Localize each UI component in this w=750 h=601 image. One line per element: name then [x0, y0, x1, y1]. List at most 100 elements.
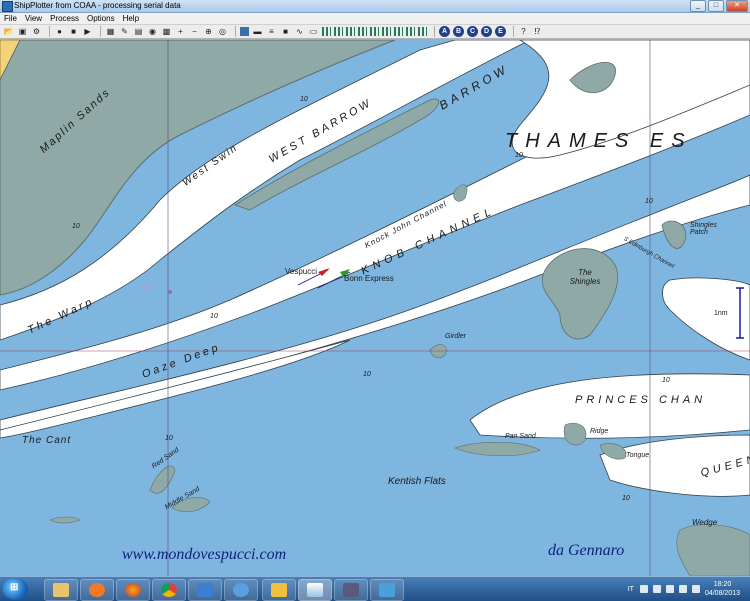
- chart-b-icon[interactable]: [334, 27, 343, 36]
- taskbar-media-player[interactable]: [80, 579, 114, 601]
- taskbar-firefox[interactable]: [116, 579, 150, 601]
- play-icon[interactable]: ▶: [82, 26, 93, 37]
- help-icon[interactable]: ?: [518, 26, 529, 37]
- depth-label: 10: [622, 495, 630, 502]
- wave-icon[interactable]: ∿: [294, 26, 305, 37]
- chart-d-icon[interactable]: [358, 27, 367, 36]
- label-thames-estuary: THAMES ES: [505, 130, 693, 152]
- chart-h-icon[interactable]: [406, 27, 415, 36]
- paint-icon: [271, 583, 287, 597]
- fill-icon[interactable]: ■: [280, 26, 291, 37]
- nautical-chart: [0, 40, 750, 576]
- toolbar-separator: [235, 26, 236, 37]
- window-icon[interactable]: ▭: [308, 26, 319, 37]
- chrome-icon: [161, 583, 177, 597]
- map-icon[interactable]: ▦: [105, 26, 116, 37]
- scale-label: 1nm: [714, 310, 728, 317]
- depth-label: 10: [165, 435, 173, 442]
- chart-map[interactable]: Maplin Sands West Swin WEST BARROW BARRO…: [0, 40, 750, 576]
- view-c-button[interactable]: C: [467, 26, 478, 37]
- minus-icon[interactable]: −: [189, 26, 200, 37]
- watermark-website: www.mondovespucci.com: [122, 546, 287, 563]
- view-a-button[interactable]: A: [439, 26, 450, 37]
- picture-icon[interactable]: ▩: [161, 26, 172, 37]
- sailboat-icon: [307, 583, 323, 597]
- globe-icon[interactable]: ◉: [147, 26, 158, 37]
- label-girdler: Girdler: [445, 333, 467, 340]
- taskbar-chrome[interactable]: [152, 579, 186, 601]
- taskbar-shipplotter[interactable]: [298, 579, 332, 601]
- window-title: ShipPlotter from COAA - processing seria…: [14, 1, 181, 10]
- center-icon[interactable]: ⊕: [203, 26, 214, 37]
- toolbar-separator: [49, 26, 50, 37]
- maximize-button[interactable]: □: [708, 0, 724, 12]
- chart-a-icon[interactable]: [322, 27, 331, 36]
- view-b-button[interactable]: B: [453, 26, 464, 37]
- context-help-icon[interactable]: ⁉: [532, 26, 543, 37]
- toolbar: 📂 ▣ ⚙ ● ■ ▶ ▦ ✎ ▤ ◉ ▩ + − ⊕ ◎ ▬ ≡ ■ ∿ ▭ …: [0, 25, 750, 39]
- view-e-button[interactable]: E: [495, 26, 506, 37]
- clock[interactable]: 18:20 04/08/2013: [705, 580, 740, 598]
- menu-view[interactable]: View: [21, 13, 46, 24]
- menu-options[interactable]: Options: [83, 13, 119, 24]
- taskbar-remote-desktop[interactable]: [188, 579, 222, 601]
- menu-help[interactable]: Help: [119, 13, 143, 24]
- firefox-icon: [125, 583, 141, 597]
- label-wedge: Wedge: [692, 518, 718, 527]
- label-tongue: Tongue: [626, 452, 650, 459]
- taskbar-network[interactable]: [370, 579, 404, 601]
- taskbar-paint[interactable]: [262, 579, 296, 601]
- volume-icon[interactable]: [691, 585, 700, 593]
- save-icon[interactable]: ▣: [17, 26, 28, 37]
- depth-label: 10: [363, 371, 371, 378]
- editor-icon: [343, 583, 359, 597]
- printer-icon[interactable]: [639, 585, 648, 593]
- chart-g-icon[interactable]: [394, 27, 403, 36]
- label-kentish-flats: Kentish Flats: [388, 476, 446, 487]
- toolbar-separator: [100, 26, 101, 37]
- depth-label: 10: [515, 152, 523, 159]
- grid-icon[interactable]: ▤: [133, 26, 144, 37]
- security-icon[interactable]: [652, 585, 661, 593]
- depth-label: 10: [645, 198, 653, 205]
- tools-icon[interactable]: ✎: [119, 26, 130, 37]
- ship-label-bonn-express[interactable]: Bonn Express: [344, 274, 394, 283]
- chart-e-icon[interactable]: [370, 27, 379, 36]
- target-icon[interactable]: ◎: [217, 26, 228, 37]
- depth-label: 10: [300, 96, 308, 103]
- network-icon: [379, 583, 395, 597]
- label-pan-sand: Pan Sand: [505, 433, 536, 440]
- minimize-button[interactable]: _: [690, 0, 706, 12]
- taskbar-explorer[interactable]: [44, 579, 78, 601]
- close-button[interactable]: ✕: [726, 0, 748, 12]
- toolbar-separator: [513, 26, 514, 37]
- lines-icon[interactable]: ≡: [266, 26, 277, 37]
- layer-icon[interactable]: [240, 27, 249, 36]
- start-button[interactable]: ⊞: [2, 578, 28, 600]
- ship-label-vespucci[interactable]: Vespucci: [285, 267, 317, 276]
- chart-i-icon[interactable]: [418, 27, 427, 36]
- internet-explorer-icon: [233, 583, 249, 597]
- stop-icon[interactable]: ■: [68, 26, 79, 37]
- taskbar: ⊞ IT 18:20 04/08/2013: [0, 576, 750, 601]
- open-folder-icon[interactable]: 📂: [3, 26, 14, 37]
- settings-icon[interactable]: ⚙: [31, 26, 42, 37]
- taskbar-editor[interactable]: [334, 579, 368, 601]
- colour-icon[interactable]: ▬: [252, 26, 263, 37]
- media-player-icon: [89, 583, 105, 597]
- flag-icon[interactable]: [665, 585, 674, 593]
- menu-process[interactable]: Process: [46, 13, 83, 24]
- label-ridge: Ridge: [590, 428, 609, 435]
- plus-icon[interactable]: +: [175, 26, 186, 37]
- chart-c-icon[interactable]: [346, 27, 355, 36]
- taskbar-ie[interactable]: [224, 579, 258, 601]
- network-tray-icon[interactable]: [678, 585, 687, 593]
- record-icon[interactable]: ●: [54, 26, 65, 37]
- view-d-button[interactable]: D: [481, 26, 492, 37]
- chart-f-icon[interactable]: [382, 27, 391, 36]
- ship-label-mary[interactable]: Mary: [140, 284, 156, 291]
- language-indicator[interactable]: IT: [628, 586, 634, 593]
- watermark-author: da Gennaro: [548, 542, 625, 559]
- clock-time: 18:20: [713, 581, 732, 588]
- menu-file[interactable]: File: [0, 13, 21, 24]
